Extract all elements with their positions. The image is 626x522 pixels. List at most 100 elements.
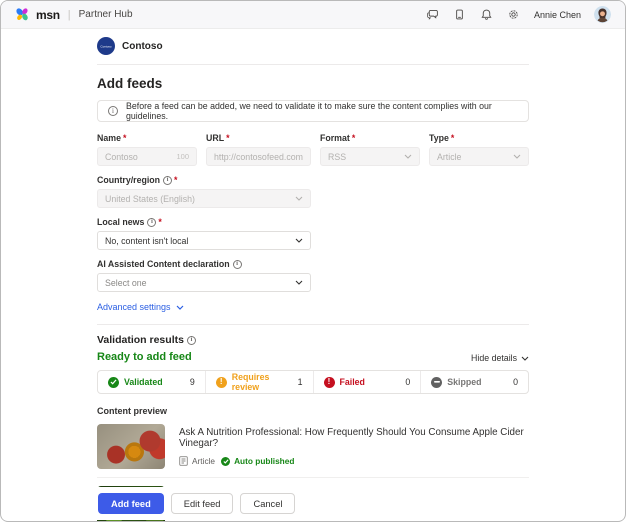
failed-segment: ! Failed 0 bbox=[313, 371, 421, 393]
type-label: Type bbox=[429, 133, 529, 143]
url-value: http://contosofeed.com bbox=[214, 152, 303, 162]
chevron-down-icon bbox=[521, 356, 529, 361]
validation-status-row: Ready to add feed Hide details bbox=[97, 351, 529, 363]
chevron-down-icon bbox=[513, 154, 521, 159]
local-news-value: No, content isn't local bbox=[105, 236, 188, 246]
chevron-down-icon bbox=[295, 196, 303, 201]
skipped-segment: Skipped 0 bbox=[420, 371, 528, 393]
error-circle-icon: ! bbox=[324, 377, 335, 388]
article-status: Auto published bbox=[221, 456, 294, 466]
top-actions: Annie Chen bbox=[426, 6, 611, 23]
info-banner: i Before a feed can be added, we need to… bbox=[97, 100, 529, 122]
validation-info-icon[interactable]: i bbox=[187, 336, 196, 345]
url-field-group: URL http://contosofeed.com bbox=[206, 133, 311, 166]
article-type-label: Article bbox=[192, 456, 215, 466]
name-field-group: Name Contoso 100 bbox=[97, 133, 197, 166]
svg-text:Contoso: Contoso bbox=[100, 45, 112, 49]
validated-count: 9 bbox=[190, 377, 195, 387]
type-value: Article bbox=[437, 152, 461, 162]
requires-review-label: Requires review bbox=[232, 372, 293, 392]
url-label: URL bbox=[206, 133, 311, 143]
check-circle-icon bbox=[221, 457, 230, 466]
article-body: Ask A Nutrition Professional: How Freque… bbox=[179, 424, 529, 469]
advanced-settings-link[interactable]: Advanced settings bbox=[97, 302, 184, 312]
local-news-label-text: Local news bbox=[97, 217, 144, 227]
article-meta: Article Auto published bbox=[179, 456, 529, 466]
publisher-row: Contoso Contoso bbox=[97, 37, 529, 55]
country-value: United States (English) bbox=[105, 194, 195, 204]
main-content: Contoso Contoso Add feeds i Before a fee… bbox=[1, 37, 625, 522]
validation-results-title: Validation results i bbox=[97, 334, 529, 346]
partner-hub-window: msn | Partner Hub bbox=[0, 0, 626, 522]
hide-details-toggle[interactable]: Hide details bbox=[471, 353, 529, 363]
notifications-icon[interactable] bbox=[480, 8, 494, 22]
section-divider bbox=[97, 64, 529, 65]
chevron-down-icon bbox=[176, 305, 184, 310]
country-info-icon[interactable]: i bbox=[163, 176, 172, 185]
brand-divider: | bbox=[68, 9, 71, 21]
ai-declaration-select[interactable]: Select one bbox=[97, 273, 311, 292]
name-char-counter: 100 bbox=[176, 152, 189, 161]
publisher-name: Contoso bbox=[122, 41, 163, 52]
format-value: RSS bbox=[328, 152, 346, 162]
ai-declaration-placeholder: Select one bbox=[105, 278, 147, 288]
edit-feed-button[interactable]: Edit feed bbox=[171, 493, 234, 514]
user-name: Annie Chen bbox=[534, 10, 581, 20]
section-divider bbox=[97, 324, 529, 325]
failed-count: 0 bbox=[405, 377, 410, 387]
chevron-down-icon bbox=[295, 238, 303, 243]
user-avatar[interactable] bbox=[594, 6, 611, 23]
chevron-down-icon bbox=[295, 280, 303, 285]
validation-results-title-text: Validation results bbox=[97, 334, 184, 346]
ai-declaration-field-group: AI Assisted Content declaration i Select… bbox=[97, 259, 529, 292]
validation-status-text: Ready to add feed bbox=[97, 351, 192, 363]
country-select: United States (English) bbox=[97, 189, 311, 208]
requires-review-count: 1 bbox=[298, 377, 303, 387]
local-news-label: Local news i bbox=[97, 217, 529, 227]
ai-declaration-label: AI Assisted Content declaration i bbox=[97, 259, 529, 269]
name-value: Contoso bbox=[105, 152, 138, 162]
settings-icon[interactable] bbox=[507, 8, 521, 22]
content-preview-title: Content preview bbox=[97, 406, 529, 416]
type-field-group: Type Article bbox=[429, 133, 529, 166]
requires-review-segment: ! Requires review 1 bbox=[205, 371, 313, 393]
format-field-group: Format RSS bbox=[320, 133, 420, 166]
page-title: Add feeds bbox=[97, 76, 529, 91]
cancel-button[interactable]: Cancel bbox=[240, 493, 295, 514]
local-news-info-icon[interactable]: i bbox=[147, 218, 156, 227]
brand: msn | Partner Hub bbox=[15, 7, 133, 22]
name-input: Contoso 100 bbox=[97, 147, 197, 166]
country-label: Country/region i bbox=[97, 175, 529, 185]
article-type: Article bbox=[179, 456, 215, 466]
info-icon: i bbox=[108, 106, 118, 116]
validation-counts-box: Validated 9 ! Requires review 1 ! Failed… bbox=[97, 370, 529, 394]
type-select: Article bbox=[429, 147, 529, 166]
ai-declaration-label-text: AI Assisted Content declaration bbox=[97, 259, 230, 269]
local-news-select[interactable]: No, content isn't local bbox=[97, 231, 311, 250]
warning-circle-icon: ! bbox=[216, 377, 227, 388]
name-label: Name bbox=[97, 133, 197, 143]
skipped-circle-icon bbox=[431, 377, 442, 388]
chevron-down-icon bbox=[404, 154, 412, 159]
validated-label: Validated bbox=[124, 377, 185, 387]
country-label-text: Country/region bbox=[97, 175, 160, 185]
validated-segment: Validated 9 bbox=[98, 371, 205, 393]
country-field-group: Country/region i United States (English) bbox=[97, 175, 529, 208]
check-circle-icon bbox=[108, 377, 119, 388]
footer-action-bar: Add feed Edit feed Cancel bbox=[2, 487, 624, 520]
logo-text: msn bbox=[36, 8, 60, 22]
article-thumbnail bbox=[97, 424, 165, 469]
publisher-avatar: Contoso bbox=[97, 37, 115, 55]
add-feed-button[interactable]: Add feed bbox=[98, 493, 164, 514]
article-row: Ask A Nutrition Professional: How Freque… bbox=[97, 416, 529, 477]
article-title: Ask A Nutrition Professional: How Freque… bbox=[179, 427, 529, 449]
top-bar: msn | Partner Hub bbox=[1, 1, 625, 29]
format-label: Format bbox=[320, 133, 420, 143]
device-icon[interactable] bbox=[453, 8, 467, 22]
hide-details-label: Hide details bbox=[471, 353, 517, 363]
ai-declaration-info-icon[interactable]: i bbox=[233, 260, 242, 269]
app-name: Partner Hub bbox=[79, 9, 133, 20]
skipped-count: 0 bbox=[513, 377, 518, 387]
feed-form-row: Name Contoso 100 URL http://contosofeed.… bbox=[97, 133, 529, 166]
feedback-icon[interactable] bbox=[426, 8, 440, 22]
